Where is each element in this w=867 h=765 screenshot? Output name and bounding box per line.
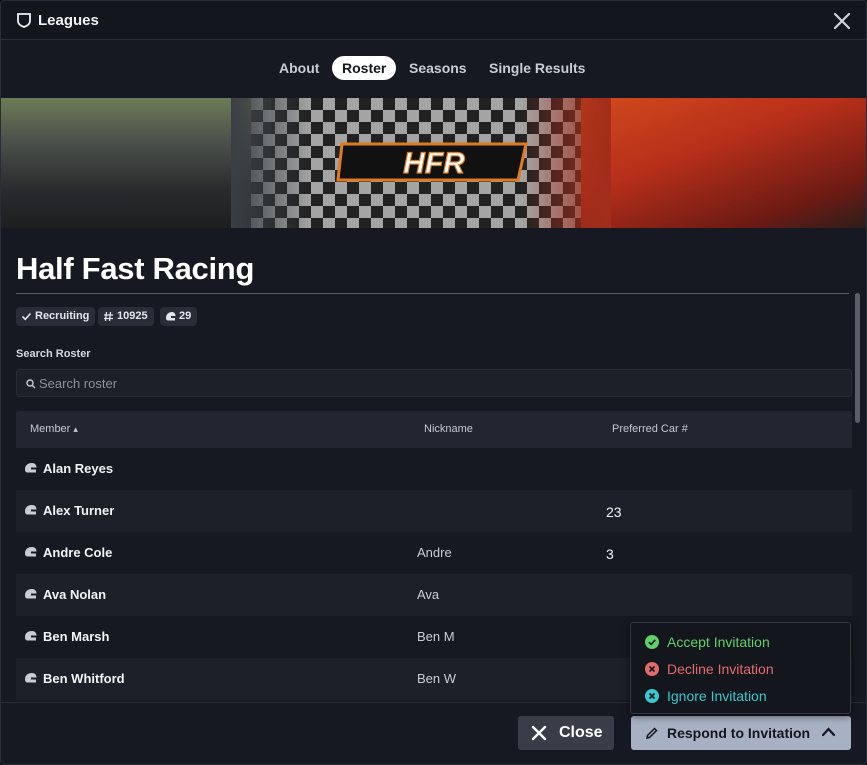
member-nickname: Ben M (417, 629, 455, 644)
member-car-number: 23 (606, 504, 622, 520)
sort-ascending-icon: ▴ (73, 424, 78, 434)
search-box (16, 369, 852, 397)
x-circle-icon (645, 662, 659, 676)
member-nickname: Ben W (417, 671, 457, 686)
helmet-icon (166, 312, 176, 321)
member-name[interactable]: Ava Nolan (43, 587, 106, 602)
search-roster-label: Search Roster (16, 348, 91, 360)
check-circle-icon (645, 635, 659, 649)
svg-text:HFR: HFR (403, 147, 465, 180)
accept-invitation-label: Accept Invitation (667, 634, 770, 650)
check-icon (21, 312, 32, 321)
league-banner: HFR (1, 98, 866, 228)
member-car-number: 3 (606, 546, 614, 562)
close-button[interactable]: Close (518, 716, 614, 750)
tab-seasons[interactable]: Seasons (409, 56, 467, 80)
decline-invitation-label: Decline Invitation (667, 661, 774, 677)
hfr-logo: HFR (336, 142, 528, 182)
member-count-badge: 29 (160, 307, 198, 326)
member-name[interactable]: Andre Cole (43, 545, 112, 560)
pencil-icon (645, 727, 658, 740)
member-name[interactable]: Ben Whitford (43, 671, 125, 686)
tab-bar: About Roster Seasons Single Results (1, 56, 866, 80)
search-icon (26, 379, 36, 389)
car-column-header[interactable]: Preferred Car # (612, 423, 688, 435)
member-nickname: Ava (417, 587, 440, 602)
recruiting-badge: Recruiting (16, 307, 96, 326)
table-row[interactable]: Andre Cole Andre 3 (16, 532, 852, 574)
league-id-badge: 10925 (98, 307, 154, 326)
chevron-up-icon (821, 727, 836, 737)
respond-to-invitation-button[interactable]: Respond to Invitation (631, 716, 851, 750)
nickname-column-header[interactable]: Nickname (424, 423, 473, 435)
invitation-menu: Accept Invitation Decline Invitation Ign… (630, 622, 851, 714)
recruiting-label: Recruiting (35, 310, 90, 322)
league-id: 10925 (117, 310, 148, 322)
member-count: 29 (179, 310, 192, 322)
table-row[interactable]: Alan Reyes (16, 448, 852, 490)
helmet-icon (25, 673, 37, 683)
shield-icon (17, 13, 31, 28)
x-circle-icon (645, 689, 659, 703)
divider (16, 293, 849, 294)
tab-about[interactable]: About (279, 56, 319, 80)
banner-car-right (581, 98, 866, 228)
search-roster-input[interactable] (39, 370, 839, 396)
table-row[interactable]: Alex Turner 23 (16, 490, 852, 532)
tab-single-results[interactable]: Single Results (489, 56, 585, 80)
table-header: Member ▴ Nickname Preferred Car # (16, 411, 852, 448)
member-name[interactable]: Alex Turner (43, 503, 114, 518)
member-name[interactable]: Alan Reyes (43, 461, 113, 476)
hash-icon (104, 311, 113, 322)
member-name[interactable]: Ben Marsh (43, 629, 109, 644)
close-button-label: Close (559, 724, 603, 741)
team-name: Half Fast Racing (16, 251, 255, 286)
leagues-dialog: Leagues About Roster Seasons Single Resu… (0, 0, 867, 765)
ignore-invitation-label: Ignore Invitation (667, 688, 767, 704)
member-nickname: Andre (417, 545, 452, 560)
helmet-icon (25, 631, 37, 641)
helmet-icon (25, 589, 37, 599)
close-icon[interactable] (832, 11, 852, 31)
close-icon (531, 725, 547, 741)
tab-roster[interactable]: Roster (332, 56, 397, 80)
member-column-header[interactable]: Member ▴ (30, 423, 78, 435)
title-bar: Leagues (1, 1, 866, 40)
helmet-icon (25, 547, 37, 557)
window-title: Leagues (38, 12, 99, 29)
helmet-icon (25, 505, 37, 515)
helmet-icon (25, 463, 37, 473)
respond-button-label: Respond to Invitation (667, 725, 811, 741)
scrollbar-thumb[interactable] (855, 293, 860, 423)
table-row[interactable]: Ava Nolan Ava (16, 574, 852, 616)
